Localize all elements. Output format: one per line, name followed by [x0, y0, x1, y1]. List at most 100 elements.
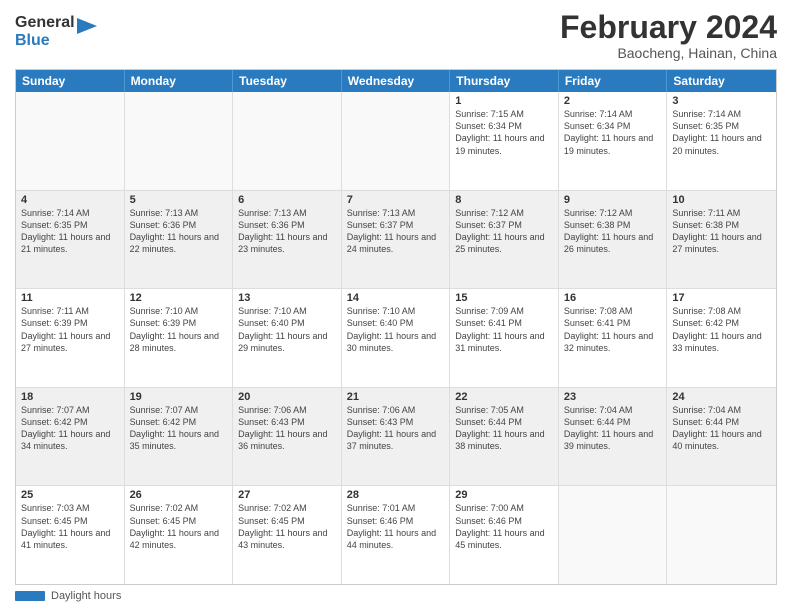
day-info: Sunrise: 7:12 AM Sunset: 6:38 PM Dayligh…	[564, 207, 662, 256]
calendar-cell: 2Sunrise: 7:14 AM Sunset: 6:34 PM Daylig…	[559, 92, 668, 190]
day-number: 8	[455, 194, 553, 206]
calendar-cell: 18Sunrise: 7:07 AM Sunset: 6:42 PM Dayli…	[16, 388, 125, 486]
day-info: Sunrise: 7:14 AM Sunset: 6:35 PM Dayligh…	[21, 207, 119, 256]
day-number: 1	[455, 95, 553, 107]
day-info: Sunrise: 7:02 AM Sunset: 6:45 PM Dayligh…	[238, 502, 336, 551]
day-info: Sunrise: 7:14 AM Sunset: 6:35 PM Dayligh…	[672, 108, 771, 157]
calendar-cell: 21Sunrise: 7:06 AM Sunset: 6:43 PM Dayli…	[342, 388, 451, 486]
day-number: 16	[564, 292, 662, 304]
day-info: Sunrise: 7:07 AM Sunset: 6:42 PM Dayligh…	[130, 404, 228, 453]
calendar-cell: 17Sunrise: 7:08 AM Sunset: 6:42 PM Dayli…	[667, 289, 776, 387]
day-info: Sunrise: 7:04 AM Sunset: 6:44 PM Dayligh…	[564, 404, 662, 453]
calendar-cell: 27Sunrise: 7:02 AM Sunset: 6:45 PM Dayli…	[233, 486, 342, 584]
calendar-header: SundayMondayTuesdayWednesdayThursdayFrid…	[16, 70, 776, 92]
day-number: 29	[455, 489, 553, 501]
calendar-day-header: Saturday	[667, 70, 776, 92]
day-info: Sunrise: 7:02 AM Sunset: 6:45 PM Dayligh…	[130, 502, 228, 551]
calendar-cell: 8Sunrise: 7:12 AM Sunset: 6:37 PM Daylig…	[450, 191, 559, 289]
calendar-cell: 26Sunrise: 7:02 AM Sunset: 6:45 PM Dayli…	[125, 486, 234, 584]
calendar-cell: 5Sunrise: 7:13 AM Sunset: 6:36 PM Daylig…	[125, 191, 234, 289]
day-number: 13	[238, 292, 336, 304]
calendar-week-row: 18Sunrise: 7:07 AM Sunset: 6:42 PM Dayli…	[16, 388, 776, 487]
calendar-cell: 3Sunrise: 7:14 AM Sunset: 6:35 PM Daylig…	[667, 92, 776, 190]
day-number: 9	[564, 194, 662, 206]
day-number: 17	[672, 292, 771, 304]
day-info: Sunrise: 7:15 AM Sunset: 6:34 PM Dayligh…	[455, 108, 553, 157]
main-title: February 2024	[560, 10, 777, 45]
logo-icon	[77, 18, 97, 42]
calendar-cell	[233, 92, 342, 190]
footer-note: Daylight hours	[15, 590, 777, 602]
calendar-cell: 13Sunrise: 7:10 AM Sunset: 6:40 PM Dayli…	[233, 289, 342, 387]
day-info: Sunrise: 7:11 AM Sunset: 6:38 PM Dayligh…	[672, 207, 771, 256]
title-section: February 2024 Baocheng, Hainan, China	[560, 10, 777, 61]
subtitle: Baocheng, Hainan, China	[560, 45, 777, 61]
calendar-cell	[16, 92, 125, 190]
calendar-cell: 1Sunrise: 7:15 AM Sunset: 6:34 PM Daylig…	[450, 92, 559, 190]
calendar-day-header: Monday	[125, 70, 234, 92]
calendar-week-row: 1Sunrise: 7:15 AM Sunset: 6:34 PM Daylig…	[16, 92, 776, 191]
calendar-cell	[667, 486, 776, 584]
day-info: Sunrise: 7:13 AM Sunset: 6:36 PM Dayligh…	[130, 207, 228, 256]
calendar-cell: 11Sunrise: 7:11 AM Sunset: 6:39 PM Dayli…	[16, 289, 125, 387]
logo-general: General	[15, 14, 75, 32]
calendar-day-header: Tuesday	[233, 70, 342, 92]
day-number: 19	[130, 391, 228, 403]
day-number: 21	[347, 391, 445, 403]
day-info: Sunrise: 7:12 AM Sunset: 6:37 PM Dayligh…	[455, 207, 553, 256]
day-info: Sunrise: 7:04 AM Sunset: 6:44 PM Dayligh…	[672, 404, 771, 453]
day-info: Sunrise: 7:10 AM Sunset: 6:39 PM Dayligh…	[130, 305, 228, 354]
day-info: Sunrise: 7:01 AM Sunset: 6:46 PM Dayligh…	[347, 502, 445, 551]
day-number: 3	[672, 95, 771, 107]
logo-blue: Blue	[15, 32, 75, 50]
calendar-cell	[342, 92, 451, 190]
day-info: Sunrise: 7:07 AM Sunset: 6:42 PM Dayligh…	[21, 404, 119, 453]
day-number: 10	[672, 194, 771, 206]
day-info: Sunrise: 7:00 AM Sunset: 6:46 PM Dayligh…	[455, 502, 553, 551]
calendar-week-row: 11Sunrise: 7:11 AM Sunset: 6:39 PM Dayli…	[16, 289, 776, 388]
calendar-day-header: Friday	[559, 70, 668, 92]
day-info: Sunrise: 7:06 AM Sunset: 6:43 PM Dayligh…	[238, 404, 336, 453]
day-number: 23	[564, 391, 662, 403]
header: General Blue February 2024 Baocheng, Hai…	[15, 10, 777, 61]
calendar-cell: 7Sunrise: 7:13 AM Sunset: 6:37 PM Daylig…	[342, 191, 451, 289]
day-number: 25	[21, 489, 119, 501]
day-number: 28	[347, 489, 445, 501]
footer-label: Daylight hours	[51, 590, 121, 602]
day-number: 27	[238, 489, 336, 501]
day-number: 18	[21, 391, 119, 403]
calendar-cell: 29Sunrise: 7:00 AM Sunset: 6:46 PM Dayli…	[450, 486, 559, 584]
calendar-cell: 22Sunrise: 7:05 AM Sunset: 6:44 PM Dayli…	[450, 388, 559, 486]
day-info: Sunrise: 7:10 AM Sunset: 6:40 PM Dayligh…	[347, 305, 445, 354]
calendar-cell: 4Sunrise: 7:14 AM Sunset: 6:35 PM Daylig…	[16, 191, 125, 289]
day-info: Sunrise: 7:05 AM Sunset: 6:44 PM Dayligh…	[455, 404, 553, 453]
calendar-cell	[125, 92, 234, 190]
day-number: 24	[672, 391, 771, 403]
calendar-body: 1Sunrise: 7:15 AM Sunset: 6:34 PM Daylig…	[16, 92, 776, 584]
day-number: 5	[130, 194, 228, 206]
day-number: 11	[21, 292, 119, 304]
day-number: 22	[455, 391, 553, 403]
footer-bar-icon	[15, 591, 45, 601]
day-info: Sunrise: 7:10 AM Sunset: 6:40 PM Dayligh…	[238, 305, 336, 354]
calendar-cell: 10Sunrise: 7:11 AM Sunset: 6:38 PM Dayli…	[667, 191, 776, 289]
logo: General Blue	[15, 14, 97, 49]
day-number: 15	[455, 292, 553, 304]
calendar-day-header: Thursday	[450, 70, 559, 92]
calendar-week-row: 4Sunrise: 7:14 AM Sunset: 6:35 PM Daylig…	[16, 191, 776, 290]
day-number: 7	[347, 194, 445, 206]
day-number: 6	[238, 194, 336, 206]
day-info: Sunrise: 7:14 AM Sunset: 6:34 PM Dayligh…	[564, 108, 662, 157]
day-info: Sunrise: 7:13 AM Sunset: 6:37 PM Dayligh…	[347, 207, 445, 256]
day-number: 2	[564, 95, 662, 107]
day-info: Sunrise: 7:08 AM Sunset: 6:42 PM Dayligh…	[672, 305, 771, 354]
calendar-cell: 19Sunrise: 7:07 AM Sunset: 6:42 PM Dayli…	[125, 388, 234, 486]
calendar-day-header: Sunday	[16, 70, 125, 92]
day-info: Sunrise: 7:06 AM Sunset: 6:43 PM Dayligh…	[347, 404, 445, 453]
page: General Blue February 2024 Baocheng, Hai…	[0, 0, 792, 612]
calendar-cell: 9Sunrise: 7:12 AM Sunset: 6:38 PM Daylig…	[559, 191, 668, 289]
calendar-cell: 15Sunrise: 7:09 AM Sunset: 6:41 PM Dayli…	[450, 289, 559, 387]
day-info: Sunrise: 7:09 AM Sunset: 6:41 PM Dayligh…	[455, 305, 553, 354]
calendar-cell	[559, 486, 668, 584]
day-number: 4	[21, 194, 119, 206]
